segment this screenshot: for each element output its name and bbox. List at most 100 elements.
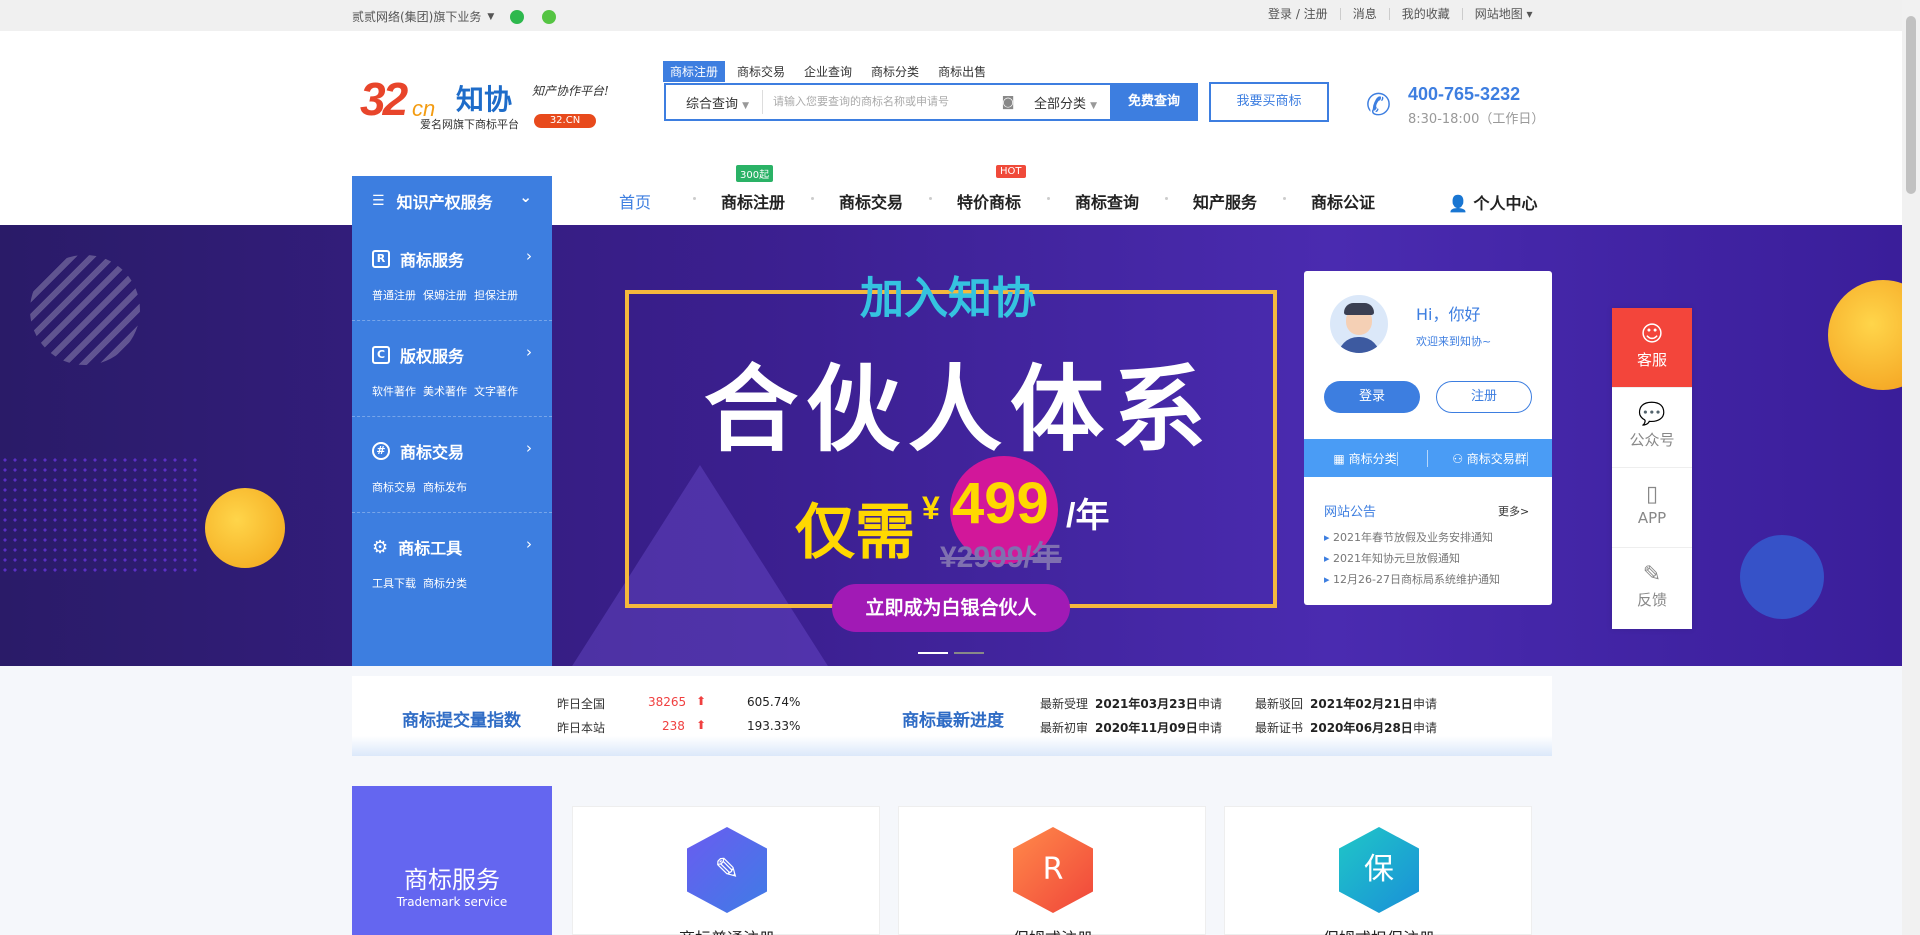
page-scrollbar[interactable] <box>1902 0 1920 935</box>
index-title: 商标提交量指数 <box>402 711 521 731</box>
search-tab-register[interactable]: 商标注册 <box>663 61 726 82</box>
nav-special-label: 特价商标 <box>956 192 1021 212</box>
ip-services-menu[interactable]: ☰ 知识产权服务 ⌄ <box>352 176 552 225</box>
buy-trademark-button[interactable]: 我要买商标 <box>1209 82 1329 122</box>
banner-cta-button[interactable]: 立即成为白银合伙人 <box>832 584 1070 632</box>
carousel-dot[interactable] <box>918 652 948 654</box>
menu-link[interactable]: 美术著作 <box>423 383 467 399</box>
user-center-link[interactable]: 👤 个人中心 <box>1448 190 1538 214</box>
notice-item[interactable]: 2021年春节放假及业务安排通知 <box>1324 527 1500 548</box>
main-nav: 首页 300起 商标注册 商标交易 HOT 特价商标 商标查询 知产服务 商标公证 <box>576 164 1402 225</box>
menu-trademark-tools[interactable]: ⚙ 商标工具 › 工具下载 商标分类 <box>352 513 552 609</box>
category-select[interactable]: 全部分类 ▼ <box>1022 93 1110 112</box>
menu-link[interactable]: 保姆注册 <box>423 287 467 303</box>
notice-item[interactable]: 2021年知协元旦放假通知 <box>1324 548 1500 569</box>
chevron-down-icon: ⌄ <box>519 188 532 206</box>
group-business-link[interactable]: 贰贰网络(集团)旗下业务 <box>352 8 481 25</box>
tool-label: APP <box>1637 509 1667 527</box>
customer-service-button[interactable]: ☺ 客服 <box>1612 308 1692 388</box>
nav-ip-service[interactable]: 知产服务 <box>1166 189 1286 213</box>
copyright-icon: C <box>372 346 390 364</box>
banner-line3: 仅需 <box>795 499 915 566</box>
nav-notary[interactable]: 商标公证 <box>1284 189 1402 213</box>
reject-date: 2021年02月21日 <box>1310 697 1413 711</box>
nav-special[interactable]: HOT 特价商标 <box>930 164 1050 213</box>
register-button[interactable]: 注册 <box>1436 381 1532 413</box>
trial-date: 2020年11月09日 <box>1095 721 1198 735</box>
list-icon: ☰ <box>372 192 385 209</box>
menu-title: 商标工具 <box>398 539 463 558</box>
phone-icon: ✆ <box>1366 88 1392 123</box>
welcome-text: 欢迎来到知协~ <box>1416 335 1492 348</box>
menu-link[interactable]: 文字著作 <box>474 383 518 399</box>
link-icon[interactable] <box>542 9 557 24</box>
search-input[interactable]: 请输入您要查询的商标名称或申请号 <box>762 90 994 114</box>
yesterday-all-label: 昨日全国 <box>557 697 606 711</box>
notice-more-link[interactable]: 更多> <box>1498 503 1529 519</box>
nav-register-label: 商标注册 <box>720 192 785 212</box>
services-title: 商标服务 <box>404 866 500 894</box>
menu-link[interactable]: 商标发布 <box>423 479 467 495</box>
nav-register[interactable]: 300起 商标注册 <box>694 164 814 213</box>
menu-link[interactable]: 商标交易 <box>372 479 416 495</box>
site-count: 238 <box>662 719 685 733</box>
menu-link[interactable]: 软件著作 <box>372 383 416 399</box>
logo-tag: 32.CN <box>534 114 596 128</box>
search-type-select[interactable]: 综合查询 ▼ <box>666 93 762 112</box>
chevron-right-icon: › <box>526 247 532 265</box>
yesterday-site-label: 昨日本站 <box>557 721 606 735</box>
logo-number[interactable]: 32 <box>360 72 408 126</box>
category-label: 商标分类 <box>1348 451 1398 466</box>
messages-link[interactable]: 消息 <box>1339 8 1389 20</box>
service-card-nanny[interactable]: R 保姆式注册 <box>898 806 1206 935</box>
trade-group-link[interactable]: ⚇ 商标交易群 <box>1428 450 1552 467</box>
all-percent: 605.74% <box>747 695 801 709</box>
search-button[interactable]: 免费查询 <box>1110 83 1198 121</box>
carousel-dot[interactable] <box>954 652 984 654</box>
chevron-down-icon: ▼ <box>487 11 495 22</box>
wechat-icon[interactable] <box>510 9 525 24</box>
favorites-link[interactable]: 我的收藏 <box>1388 8 1462 20</box>
service-card-title: 保姆式担保注册 <box>1225 925 1533 935</box>
reject-label: 最新驳回 <box>1255 697 1304 711</box>
apply-label: 申请 <box>1198 697 1223 711</box>
user-card: Hi，你好 欢迎来到知协~ 登录 注册 ▦ 商标分类 ⚇ 商标交易群 网站公告 … <box>1304 271 1552 605</box>
menu-title: 商标交易 <box>400 443 465 462</box>
search-tab-trade[interactable]: 商标交易 <box>730 61 792 82</box>
top-bar: 贰贰网络(集团)旗下业务 ▼ 登录 / 注册 消息 我的收藏 网站地图 ▾ <box>0 0 1902 31</box>
search-tab-company[interactable]: 企业查询 <box>797 61 859 82</box>
menu-link[interactable]: 商标分类 <box>423 575 467 591</box>
camera-icon[interactable]: ◙ <box>994 95 1022 110</box>
phone-number: 400-765-3232 <box>1408 84 1521 104</box>
nav-trade[interactable]: 商标交易 <box>812 189 932 213</box>
user-center-label: 个人中心 <box>1473 194 1538 213</box>
login-button[interactable]: 登录 <box>1324 381 1420 413</box>
menu-link[interactable]: 担保注册 <box>474 287 518 303</box>
service-card-guarantee[interactable]: 保 保姆式担保注册 <box>1224 806 1532 935</box>
search-tab-category[interactable]: 商标分类 <box>864 61 926 82</box>
cert-label: 最新证书 <box>1255 721 1304 735</box>
search-tab-sell[interactable]: 商标出售 <box>931 61 993 82</box>
menu-copyright-service[interactable]: C 版权服务 › 软件著作 美术著作 文字著作 <box>352 321 552 417</box>
decor-right-circle <box>1828 280 1902 390</box>
menu-trademark-trade[interactable]: # 商标交易 › 商标交易 商标发布 <box>352 417 552 513</box>
scrollbar-thumb[interactable] <box>1906 16 1916 194</box>
gear-icon: ⚙ <box>372 536 389 558</box>
registered-icon: R <box>1013 827 1093 913</box>
menu-link[interactable]: 普通注册 <box>372 287 416 303</box>
banner-old-price: ¥2999/年 <box>940 541 1062 574</box>
app-button[interactable]: ▯ APP <box>1612 468 1692 548</box>
login-register-link[interactable]: 登录 / 注册 <box>1256 8 1340 20</box>
menu-trademark-service[interactable]: R 商标服务 › 普通注册 保姆注册 担保注册 <box>352 225 552 321</box>
nav-query[interactable]: 商标查询 <box>1048 189 1168 213</box>
service-card-normal[interactable]: ✎ 商标普通注册 <box>572 806 880 935</box>
nav-home[interactable]: 首页 <box>576 189 696 213</box>
category-link[interactable]: ▦ 商标分类 <box>1304 449 1428 467</box>
menu-link[interactable]: 工具下载 <box>372 575 416 591</box>
arrow-up-icon: ⬆ <box>696 694 707 708</box>
feedback-button[interactable]: ✎ 反馈 <box>1612 548 1692 628</box>
banner-per-year: /年 <box>1066 497 1110 535</box>
wechat-official-button[interactable]: 💬 公众号 <box>1612 388 1692 468</box>
sitemap-link[interactable]: 网站地图 ▾ <box>1461 8 1545 20</box>
notice-item[interactable]: 12月26-27日商标局系统维护通知 <box>1324 569 1500 590</box>
